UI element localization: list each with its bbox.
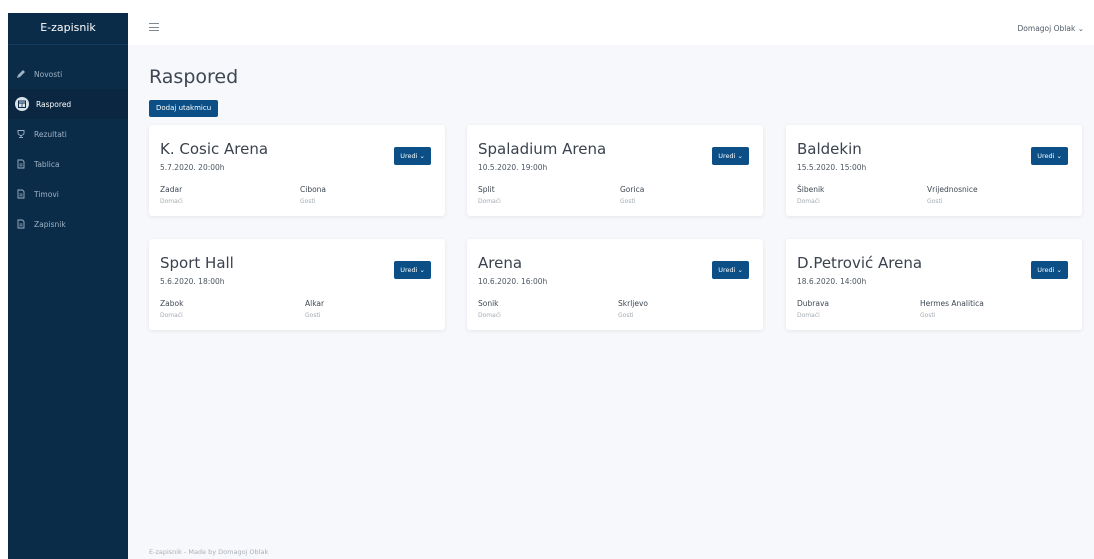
arena-name: D.Petrović Arena bbox=[797, 254, 923, 272]
match-datetime: 18.6.2020. 14:00h bbox=[797, 277, 867, 286]
home-team: Zabok Domaći bbox=[160, 299, 183, 319]
team-role: Domaći bbox=[478, 312, 501, 319]
match-datetime: 15.5.2020. 15:00h bbox=[797, 163, 867, 172]
document-icon bbox=[15, 218, 27, 230]
arena-name: Arena bbox=[478, 254, 523, 272]
team-role: Gosti bbox=[618, 312, 634, 319]
main-content: Raspored Dodaj utakmicu K. Cosic Arena 5… bbox=[128, 45, 1094, 559]
sidebar-item-zapisnik[interactable]: Zapisnik bbox=[8, 209, 128, 239]
sidebar-item-rezultati[interactable]: Rezultati bbox=[8, 119, 128, 149]
sidebar-nav: Novosti Raspored Rezultati Tablica Timov… bbox=[8, 59, 128, 239]
home-team: Split Domaći bbox=[478, 185, 501, 205]
chevron-down-icon: ⌄ bbox=[737, 266, 743, 274]
team-name: Zabok bbox=[160, 299, 184, 308]
brand-logo[interactable]: E-zapisnik bbox=[8, 13, 128, 45]
away-team: Vrijednosnice Gosti bbox=[927, 185, 978, 205]
match-card: Baldekin 15.5.2020. 15:00h Uredi ⌄ Šiben… bbox=[786, 125, 1082, 216]
hamburger-menu-icon[interactable] bbox=[149, 23, 159, 33]
match-card: Sport Hall 5.6.2020. 18:00h Uredi ⌄ Zabo… bbox=[149, 239, 445, 330]
sidebar-item-tablica[interactable]: Tablica bbox=[8, 149, 128, 179]
team-name: Gorica bbox=[620, 185, 645, 194]
team-role: Gosti bbox=[305, 312, 321, 319]
match-card: Spaladium Arena 10.5.2020. 19:00h Uredi … bbox=[467, 125, 763, 216]
document-icon bbox=[15, 158, 27, 170]
trophy-icon bbox=[15, 128, 27, 140]
sidebar-item-label: Raspored bbox=[36, 99, 72, 109]
match-card: D.Petrović Arena 18.6.2020. 14:00h Uredi… bbox=[786, 239, 1082, 330]
arena-name: Baldekin bbox=[797, 140, 862, 158]
team-name: Cibona bbox=[300, 185, 327, 194]
chevron-down-icon: ⌄ bbox=[1077, 24, 1084, 33]
away-team: Cibona Gosti bbox=[300, 185, 326, 205]
page-title: Raspored bbox=[149, 66, 239, 88]
sidebar-item-label: Zapisnik bbox=[34, 219, 66, 229]
edit-button[interactable]: Uredi ⌄ bbox=[394, 261, 431, 279]
team-role: Gosti bbox=[300, 198, 316, 205]
sidebar-item-timovi[interactable]: Timovi bbox=[8, 179, 128, 209]
home-team: Šibenik Domaći bbox=[797, 185, 824, 205]
pencil-icon bbox=[15, 68, 27, 80]
match-card: Arena 10.6.2020. 16:00h Uredi ⌄ Sonik Do… bbox=[467, 239, 763, 330]
team-role: Domaći bbox=[160, 312, 183, 319]
team-name: Zadar bbox=[160, 185, 183, 194]
match-datetime: 5.7.2020. 20:00h bbox=[160, 163, 225, 172]
team-role: Domaći bbox=[797, 198, 820, 205]
sidebar-item-label: Rezultati bbox=[34, 129, 67, 139]
sidebar-item-label: Tablica bbox=[34, 159, 60, 169]
team-name: Dubrava bbox=[797, 299, 830, 308]
sidebar-item-novosti[interactable]: Novosti bbox=[8, 59, 128, 89]
team-name: Split bbox=[478, 185, 495, 194]
calendar-icon bbox=[15, 97, 29, 111]
team-name: Skrljevo bbox=[618, 299, 648, 308]
arena-name: Sport Hall bbox=[160, 254, 234, 272]
away-team: Gorica Gosti bbox=[620, 185, 644, 205]
home-team: Dubrava Domaći bbox=[797, 299, 829, 319]
arena-name: Spaladium Arena bbox=[478, 140, 607, 158]
user-name: Domagoj Oblak bbox=[1017, 24, 1076, 33]
chevron-down-icon: ⌄ bbox=[1056, 152, 1062, 160]
team-role: Gosti bbox=[927, 198, 943, 205]
team-role: Domaći bbox=[797, 312, 820, 319]
document-icon bbox=[15, 188, 27, 200]
topbar: Domagoj Oblak ⌄ bbox=[128, 13, 1094, 45]
team-name: Sonik bbox=[478, 299, 499, 308]
match-datetime: 10.5.2020. 19:00h bbox=[478, 163, 548, 172]
away-team: Hermes Analitica Gosti bbox=[920, 299, 984, 319]
team-name: Alkar bbox=[305, 299, 325, 308]
chevron-down-icon: ⌄ bbox=[1056, 266, 1062, 274]
arena-name: K. Cosic Arena bbox=[160, 140, 269, 158]
home-team: Sonik Domaći bbox=[478, 299, 501, 319]
team-role: Gosti bbox=[620, 198, 636, 205]
sidebar: E-zapisnik Novosti Raspored Rezultati Ta… bbox=[8, 13, 128, 559]
sidebar-item-label: Novosti bbox=[34, 69, 63, 79]
chevron-down-icon: ⌄ bbox=[419, 152, 425, 160]
away-team: Skrljevo Gosti bbox=[618, 299, 648, 319]
chevron-down-icon: ⌄ bbox=[419, 266, 425, 274]
edit-button[interactable]: Uredi ⌄ bbox=[712, 261, 749, 279]
footer: E-zapisnik - Made by Domagoj Oblak bbox=[149, 548, 269, 556]
edit-button[interactable]: Uredi ⌄ bbox=[1031, 261, 1068, 279]
match-card: K. Cosic Arena 5.7.2020. 20:00h Uredi ⌄ … bbox=[149, 125, 445, 216]
add-match-button[interactable]: Dodaj utakmicu bbox=[149, 100, 219, 117]
match-datetime: 5.6.2020. 18:00h bbox=[160, 277, 225, 286]
sidebar-item-raspored[interactable]: Raspored bbox=[8, 89, 128, 119]
home-team: Zadar Domaći bbox=[160, 185, 183, 205]
team-name: Hermes Analitica bbox=[920, 299, 984, 308]
away-team: Alkar Gosti bbox=[305, 299, 324, 319]
team-name: Vrijednosnice bbox=[927, 185, 978, 194]
user-menu[interactable]: Domagoj Oblak ⌄ bbox=[1018, 24, 1084, 33]
team-name: Šibenik bbox=[797, 185, 825, 194]
edit-button[interactable]: Uredi ⌄ bbox=[1031, 147, 1068, 165]
team-role: Domaći bbox=[160, 198, 183, 205]
match-datetime: 10.6.2020. 16:00h bbox=[478, 277, 548, 286]
team-role: Domaći bbox=[478, 198, 501, 205]
team-role: Gosti bbox=[920, 312, 936, 319]
sidebar-item-label: Timovi bbox=[34, 189, 59, 199]
edit-button[interactable]: Uredi ⌄ bbox=[394, 147, 431, 165]
edit-button[interactable]: Uredi ⌄ bbox=[712, 147, 749, 165]
chevron-down-icon: ⌄ bbox=[737, 152, 743, 160]
